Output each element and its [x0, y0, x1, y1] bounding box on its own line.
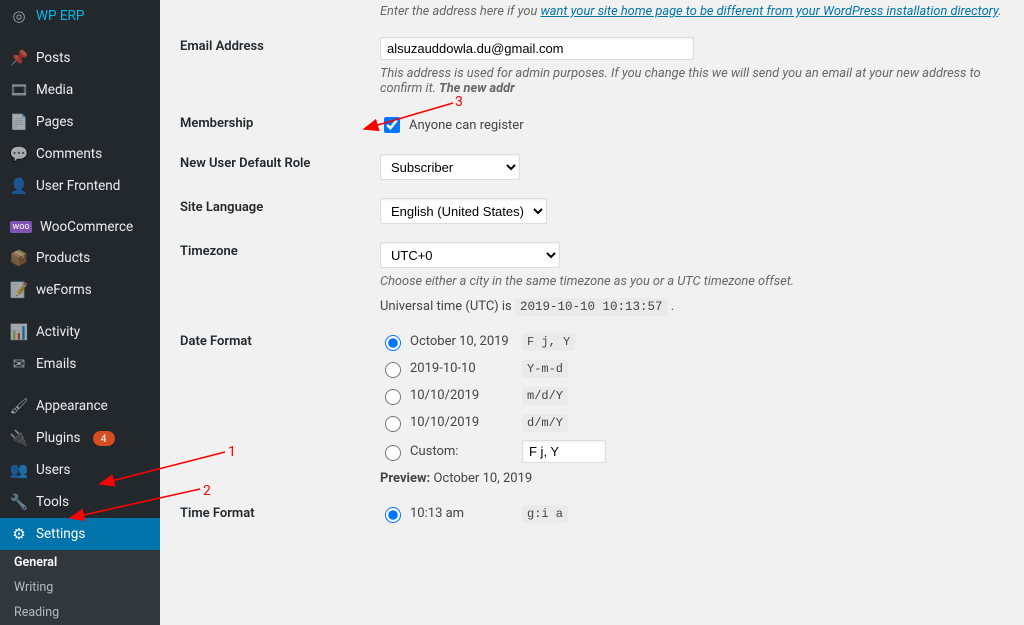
form-icon: 📝 [10, 281, 28, 299]
date-format-preview: Preview: October 10, 2019 [380, 471, 1004, 486]
sidebar-item-media[interactable]: 🎞Media [0, 74, 160, 106]
email-description: This address is used for admin purposes.… [380, 66, 1004, 96]
product-icon: 📦 [10, 249, 28, 267]
date-format-custom-input[interactable] [522, 440, 606, 463]
settings-submenu: General Writing Reading [0, 550, 160, 625]
sidebar-item-woocommerce[interactable]: wooWooCommerce [0, 212, 160, 242]
date-format-code-2: Y-m-d [522, 360, 568, 378]
settings-general-page: Enter the address here if you want your … [160, 0, 1024, 625]
time-format-code-1: g:i a [522, 505, 568, 523]
brush-icon: 🖌 [10, 397, 28, 415]
label-date-format: Date Format [180, 332, 380, 349]
date-format-code-1: F j, Y [522, 333, 575, 351]
woo-icon: woo [10, 221, 32, 233]
default-role-select[interactable]: Subscriber [380, 154, 520, 180]
sidebar-item-tools[interactable]: 🔧Tools [0, 486, 160, 518]
date-format-radio-1[interactable] [385, 335, 401, 351]
sidebar-item-settings[interactable]: ⚙Settings [0, 518, 160, 550]
date-format-radio-3[interactable] [385, 389, 401, 405]
sidebar-item-pages[interactable]: 📄Pages [0, 106, 160, 138]
membership-checkbox-label: Anyone can register [409, 118, 524, 133]
site-address-description: Enter the address here if you want your … [380, 4, 1004, 19]
email-field[interactable] [380, 37, 694, 60]
wperp-icon: ◎ [10, 7, 28, 25]
label-default-role: New User Default Role [180, 154, 380, 171]
sidebar-item-weforms[interactable]: 📝weForms [0, 274, 160, 306]
sidebar-item-appearance[interactable]: 🖌Appearance [0, 390, 160, 422]
sidebar-item-activity[interactable]: 📊Activity [0, 316, 160, 348]
update-badge: 4 [93, 431, 115, 446]
membership-checkbox[interactable] [384, 117, 400, 133]
label-email-address: Email Address [180, 37, 380, 54]
date-format-radio-custom[interactable] [385, 445, 401, 461]
submenu-writing[interactable]: Writing [0, 575, 160, 600]
sidebar-item-plugins[interactable]: 🔌Plugins4 [0, 422, 160, 454]
plugin-icon: 🔌 [10, 429, 28, 447]
site-address-help-link[interactable]: want your site home page to be different… [540, 4, 998, 19]
users-icon: 👥 [10, 461, 28, 479]
page-icon: 📄 [10, 113, 28, 131]
label-timezone: Timezone [180, 242, 380, 259]
utc-time-display: Universal time (UTC) is 2019-10-10 10:13… [380, 299, 1004, 314]
sidebar-item-emails[interactable]: ✉Emails [0, 348, 160, 380]
submenu-general[interactable]: General [0, 550, 160, 575]
date-format-radio-2[interactable] [385, 362, 401, 378]
submenu-reading[interactable]: Reading [0, 600, 160, 625]
site-language-select[interactable]: English (United States) [380, 198, 547, 224]
comment-icon: 💬 [10, 145, 28, 163]
tools-icon: 🔧 [10, 493, 28, 511]
sidebar-item-posts[interactable]: 📌Posts [0, 42, 160, 74]
pin-icon: 📌 [10, 49, 28, 67]
activity-icon: 📊 [10, 323, 28, 341]
user-icon: 👤 [10, 177, 28, 195]
time-format-radio-1[interactable] [385, 507, 401, 523]
gear-icon: ⚙ [10, 525, 28, 543]
admin-sidebar: ◎WP ERP 📌Posts 🎞Media 📄Pages 💬Comments 👤… [0, 0, 160, 625]
sidebar-item-comments[interactable]: 💬Comments [0, 138, 160, 170]
sidebar-item-products[interactable]: 📦Products [0, 242, 160, 274]
timezone-select[interactable]: UTC+0 [380, 242, 560, 268]
timezone-description: Choose either a city in the same timezon… [380, 274, 1004, 289]
label-membership: Membership [180, 114, 380, 131]
date-format-code-4: d/m/Y [522, 414, 568, 432]
mail-icon: ✉ [10, 355, 28, 373]
sidebar-item-wperp[interactable]: ◎WP ERP [0, 0, 160, 32]
sidebar-item-user-frontend[interactable]: 👤User Frontend [0, 170, 160, 202]
sidebar-item-users[interactable]: 👥Users [0, 454, 160, 486]
media-icon: 🎞 [10, 81, 28, 99]
label-site-language: Site Language [180, 198, 380, 215]
date-format-radio-4[interactable] [385, 416, 401, 432]
date-format-code-3: m/d/Y [522, 387, 568, 405]
label-time-format: Time Format [180, 504, 380, 521]
